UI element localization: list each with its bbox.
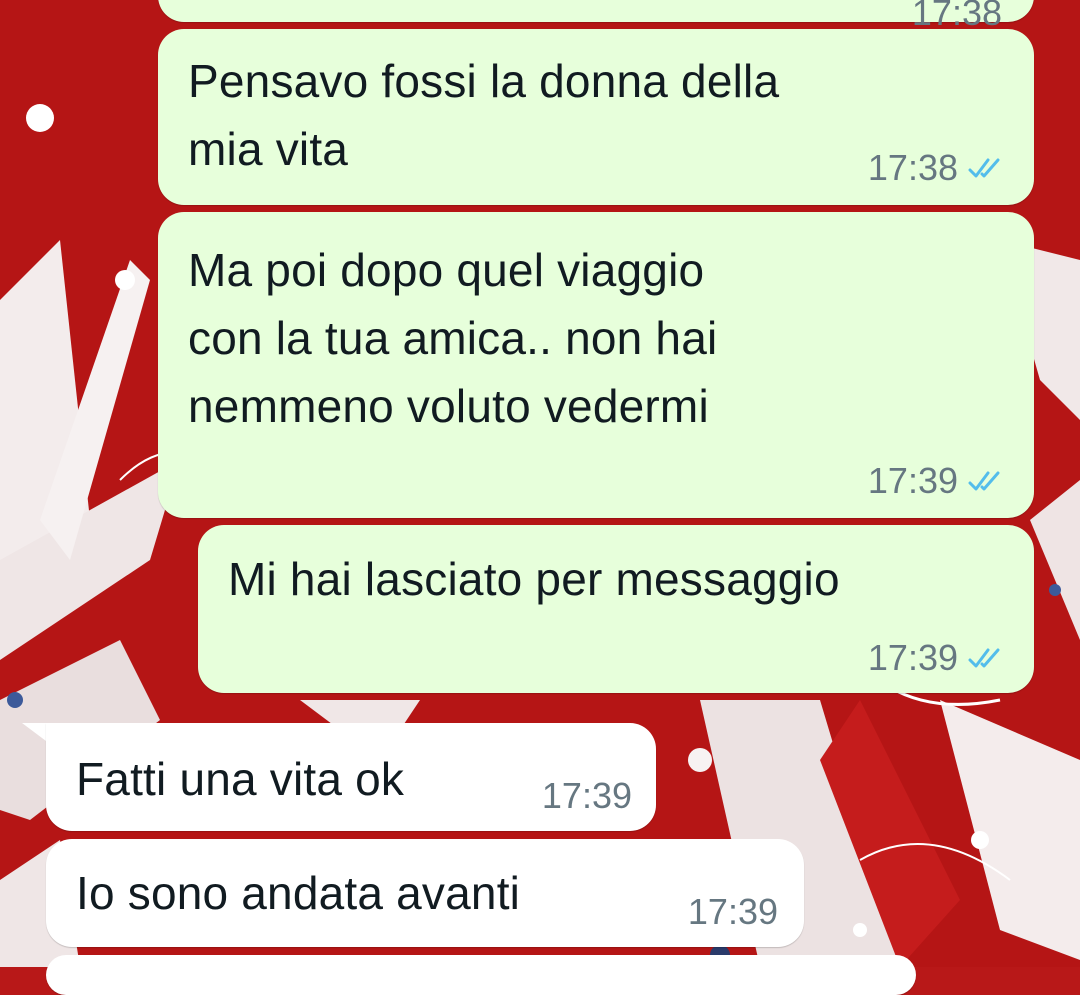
message-text: Fatti una vita ok	[76, 753, 405, 805]
message-outgoing[interactable]: Mi hai lasciato per messaggio 17:39	[198, 525, 1034, 693]
message-text: Io sono andata avanti	[76, 867, 521, 919]
message-text: Mi hai lasciato per messaggio	[228, 553, 840, 605]
message-time: 17:39	[687, 891, 778, 932]
message-outgoing[interactable]: Ma poi dopo quel viaggio con la tua amic…	[158, 212, 1034, 518]
message-incoming[interactable]	[46, 955, 916, 995]
message-meta: 17:38	[868, 147, 1008, 189]
message-time: 17:38	[911, 0, 1002, 28]
message-time: 17:39	[541, 775, 632, 816]
message-meta: 17:39	[542, 775, 632, 817]
double-check-icon	[968, 471, 1000, 491]
message-outgoing[interactable]: 17:38	[158, 0, 1034, 28]
message-meta: 17:38	[912, 0, 1002, 28]
double-check-icon	[968, 158, 1000, 178]
message-incoming[interactable]: Fatti una vita ok 17:39	[46, 723, 656, 831]
message-incoming[interactable]: Io sono andata avanti 17:39	[46, 839, 804, 947]
message-meta: 17:39	[868, 637, 1008, 679]
message-text: Ma poi dopo quel viaggio con la tua amic…	[188, 244, 718, 432]
message-outgoing[interactable]: Pensavo fossi la donna della mia vita 17…	[158, 29, 1034, 205]
double-check-icon	[968, 648, 1000, 668]
message-meta: 17:39	[688, 891, 778, 933]
message-meta: 17:39	[868, 460, 1008, 502]
message-time: 17:38	[867, 147, 958, 188]
message-time: 17:39	[867, 460, 958, 501]
message-text: Pensavo fossi la donna della mia vita	[188, 55, 780, 175]
message-time: 17:39	[867, 637, 958, 678]
